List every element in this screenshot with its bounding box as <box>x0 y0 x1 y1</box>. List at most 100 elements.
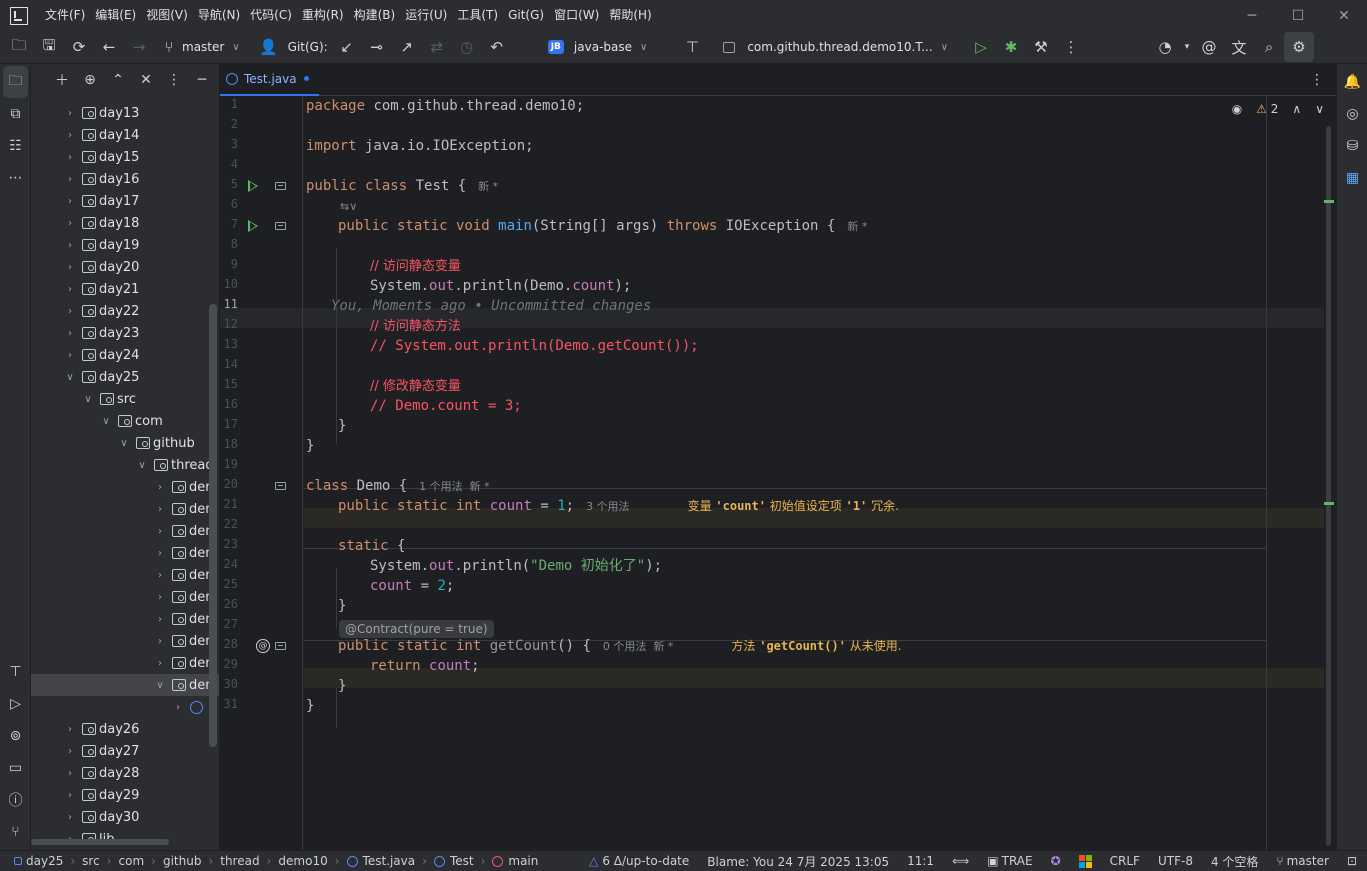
code-line[interactable]: ⇆∨ <box>328 196 357 217</box>
tree-row[interactable]: › day29 <box>31 784 219 806</box>
forward-icon[interactable]: → <box>124 32 154 62</box>
git-merge-icon[interactable]: ⇄ <box>422 32 452 62</box>
save-icon[interactable]: 🖫 <box>34 32 64 62</box>
search-icon[interactable]: ⌕ <box>1254 32 1284 62</box>
trae-widget[interactable]: ▣ TRAE <box>987 854 1032 868</box>
annotation-gutter-icon[interactable]: @ <box>256 639 270 653</box>
tree-row[interactable]: › day14 <box>31 124 219 146</box>
tree-row[interactable]: › day19 <box>31 234 219 256</box>
line-number[interactable]: 3 <box>220 137 238 151</box>
menu-view[interactable]: 视图(V) <box>141 0 193 31</box>
line-number[interactable]: 8 <box>220 237 238 251</box>
chevron-right-icon[interactable]: › <box>63 152 77 163</box>
tree-row[interactable]: › day26 <box>31 718 219 740</box>
git-commit-icon[interactable]: ⊸ <box>362 32 392 62</box>
menu-git[interactable]: Git(G) <box>503 0 549 31</box>
problems-icon[interactable]: ⓘ <box>0 784 31 816</box>
code-line[interactable]: // 访问静态变量 <box>370 256 461 277</box>
line-number[interactable]: 9 <box>220 257 238 271</box>
blame-info[interactable]: Blame: You 24 7月 2025 13:05 <box>707 853 889 870</box>
collapse-all-icon[interactable]: ✕ <box>133 72 159 88</box>
menu-window[interactable]: 窗口(W) <box>549 0 604 31</box>
line-number[interactable]: 25 <box>220 577 238 591</box>
tree-row[interactable]: › <box>31 696 219 718</box>
commit-icon[interactable]: ⧉ <box>0 98 31 130</box>
build-tool-icon[interactable]: ⊤ <box>0 656 31 688</box>
menu-refactor[interactable]: 重构(R) <box>297 0 349 31</box>
code-line[interactable]: } <box>338 596 346 616</box>
chevron-right-icon[interactable]: › <box>153 614 167 625</box>
code-with-me-icon[interactable]: ◔ <box>1150 32 1180 62</box>
breadcrumb-item[interactable]: src <box>82 854 100 868</box>
chevron-right-icon[interactable]: › <box>153 482 167 493</box>
breadcrumb-item[interactable]: Test.java <box>346 854 415 868</box>
chevron-right-icon[interactable]: › <box>153 570 167 581</box>
ai-assistant-icon[interactable]: @ <box>1194 32 1224 62</box>
tree-row[interactable]: ∨ github <box>31 432 219 454</box>
tree-row[interactable]: › day20 <box>31 256 219 278</box>
code-line[interactable]: class Demo {1 个用法 新 * <box>306 476 490 497</box>
code-line[interactable]: // 修改静态变量 <box>370 376 461 397</box>
maximize-icon[interactable]: ☐ <box>1275 0 1321 31</box>
chevron-right-icon[interactable]: › <box>63 240 77 251</box>
line-number[interactable]: 31 <box>220 697 238 711</box>
tree-row[interactable]: › day16 <box>31 168 219 190</box>
expand-all-icon[interactable]: ⌃ <box>105 72 131 88</box>
chevron-right-icon[interactable]: › <box>63 130 77 141</box>
line-number[interactable]: 12 <box>220 317 238 331</box>
chevron-right-icon[interactable]: › <box>63 218 77 229</box>
tree-row[interactable]: › dem <box>31 586 219 608</box>
git-blame-inline[interactable]: You, Moments ago • Uncommitted changes <box>331 296 651 316</box>
caret-position[interactable]: 11:1 <box>907 854 934 868</box>
chevron-right-icon[interactable]: › <box>63 328 77 339</box>
tab-options-icon[interactable]: ⋮ <box>1310 72 1324 88</box>
chevron-right-icon[interactable]: › <box>63 746 77 757</box>
tree-row[interactable]: › day30 <box>31 806 219 828</box>
tree-row[interactable]: › day18 <box>31 212 219 234</box>
add-icon[interactable]: ＋ <box>49 70 75 90</box>
code-line[interactable]: public class Test {新 * <box>306 176 498 197</box>
breadcrumb-item[interactable]: day25 <box>14 854 63 868</box>
chevron-right-icon[interactable]: › <box>153 526 167 537</box>
line-number[interactable]: 20 <box>220 477 238 491</box>
line-number[interactable]: 27 <box>220 617 238 631</box>
run-config-selector[interactable]: com.github.thread.demo10.T... ∨ <box>723 40 948 54</box>
tree-row[interactable]: ∨ src <box>31 388 219 410</box>
file-encoding[interactable]: UTF-8 <box>1158 854 1193 868</box>
breadcrumb-item[interactable]: Test <box>433 854 474 868</box>
chevron-right-icon[interactable]: › <box>171 702 185 713</box>
chevron-right-icon[interactable]: › <box>153 592 167 603</box>
git-history-icon[interactable]: ◷ <box>452 32 482 62</box>
ai-chat-icon[interactable]: ◎ <box>1337 98 1367 130</box>
lock-icon[interactable]: ⊡ <box>1347 854 1357 868</box>
git-branch-widget[interactable]: ⑂ master <box>1276 854 1329 868</box>
windows-logo-icon[interactable] <box>1078 854 1092 868</box>
tree-row[interactable]: ∨ day25 <box>31 366 219 388</box>
tree-row[interactable]: › dem <box>31 542 219 564</box>
chevron-right-icon[interactable]: › <box>63 306 77 317</box>
options-icon[interactable]: ⋮ <box>161 72 187 88</box>
menu-build[interactable]: 构建(B) <box>349 0 401 31</box>
chevron-right-icon[interactable]: › <box>153 658 167 669</box>
menu-run[interactable]: 运行(U) <box>400 0 452 31</box>
tree-row[interactable]: › day13 <box>31 102 219 124</box>
chevron-down-icon[interactable]: ∨ <box>63 372 77 383</box>
code-line[interactable]: // 访问静态方法 <box>370 316 461 337</box>
line-number[interactable]: 15 <box>220 377 238 391</box>
line-number[interactable]: 29 <box>220 657 238 671</box>
code-line[interactable]: public static int count = 1; 3 个用法 变量 'cou… <box>338 496 899 517</box>
chevron-right-icon[interactable]: › <box>153 504 167 515</box>
bookmark-gutter-icon[interactable] <box>275 182 286 190</box>
hide-icon[interactable]: ─ <box>189 72 215 88</box>
git-push-icon[interactable]: ↗ <box>392 32 422 62</box>
translate-icon[interactable]: 文 <box>1224 32 1254 62</box>
git-rollback-icon[interactable]: ↶ <box>482 32 512 62</box>
tree-row[interactable]: › dem <box>31 652 219 674</box>
git-tool-icon[interactable]: ⑂ <box>0 816 31 848</box>
menu-help[interactable]: 帮助(H) <box>604 0 656 31</box>
structure-icon[interactable]: ☷ <box>0 130 31 162</box>
back-icon[interactable]: ← <box>94 32 124 62</box>
close-icon[interactable]: ✕ <box>1321 0 1367 31</box>
line-number[interactable]: 21 <box>220 497 238 511</box>
code-line[interactable]: package com.github.thread.demo10; <box>306 96 584 116</box>
